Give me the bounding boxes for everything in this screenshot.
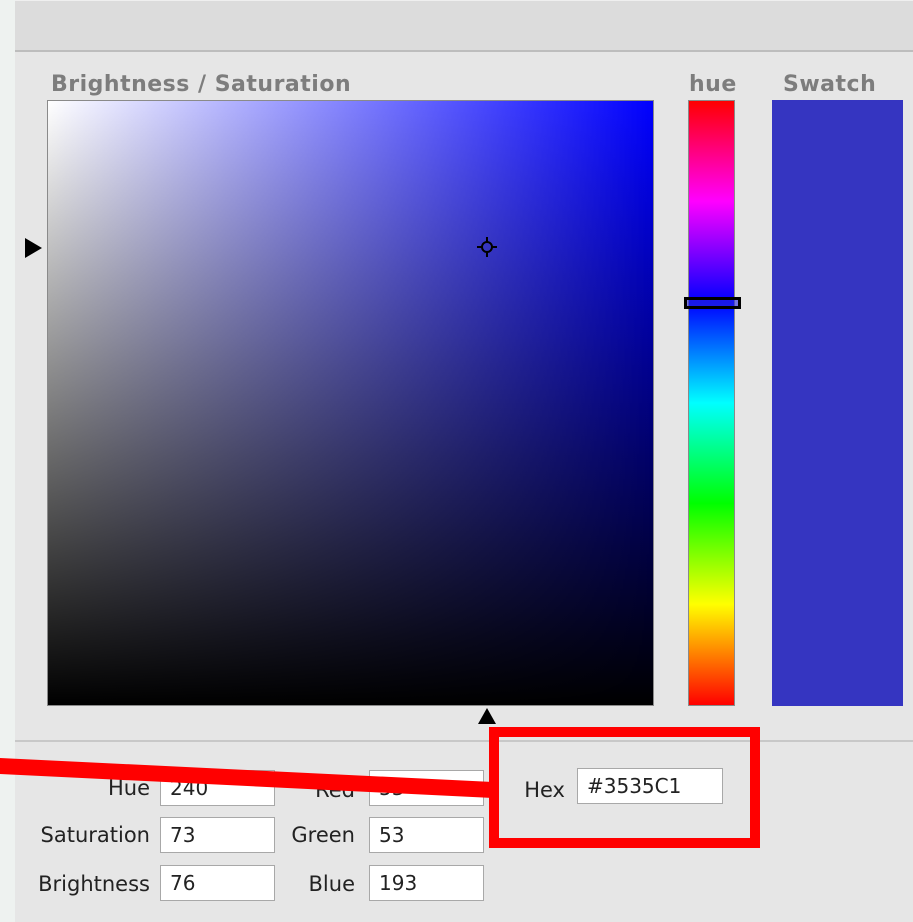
annotation-arrow-line bbox=[0, 758, 493, 798]
annotation-highlight-box bbox=[489, 727, 760, 848]
